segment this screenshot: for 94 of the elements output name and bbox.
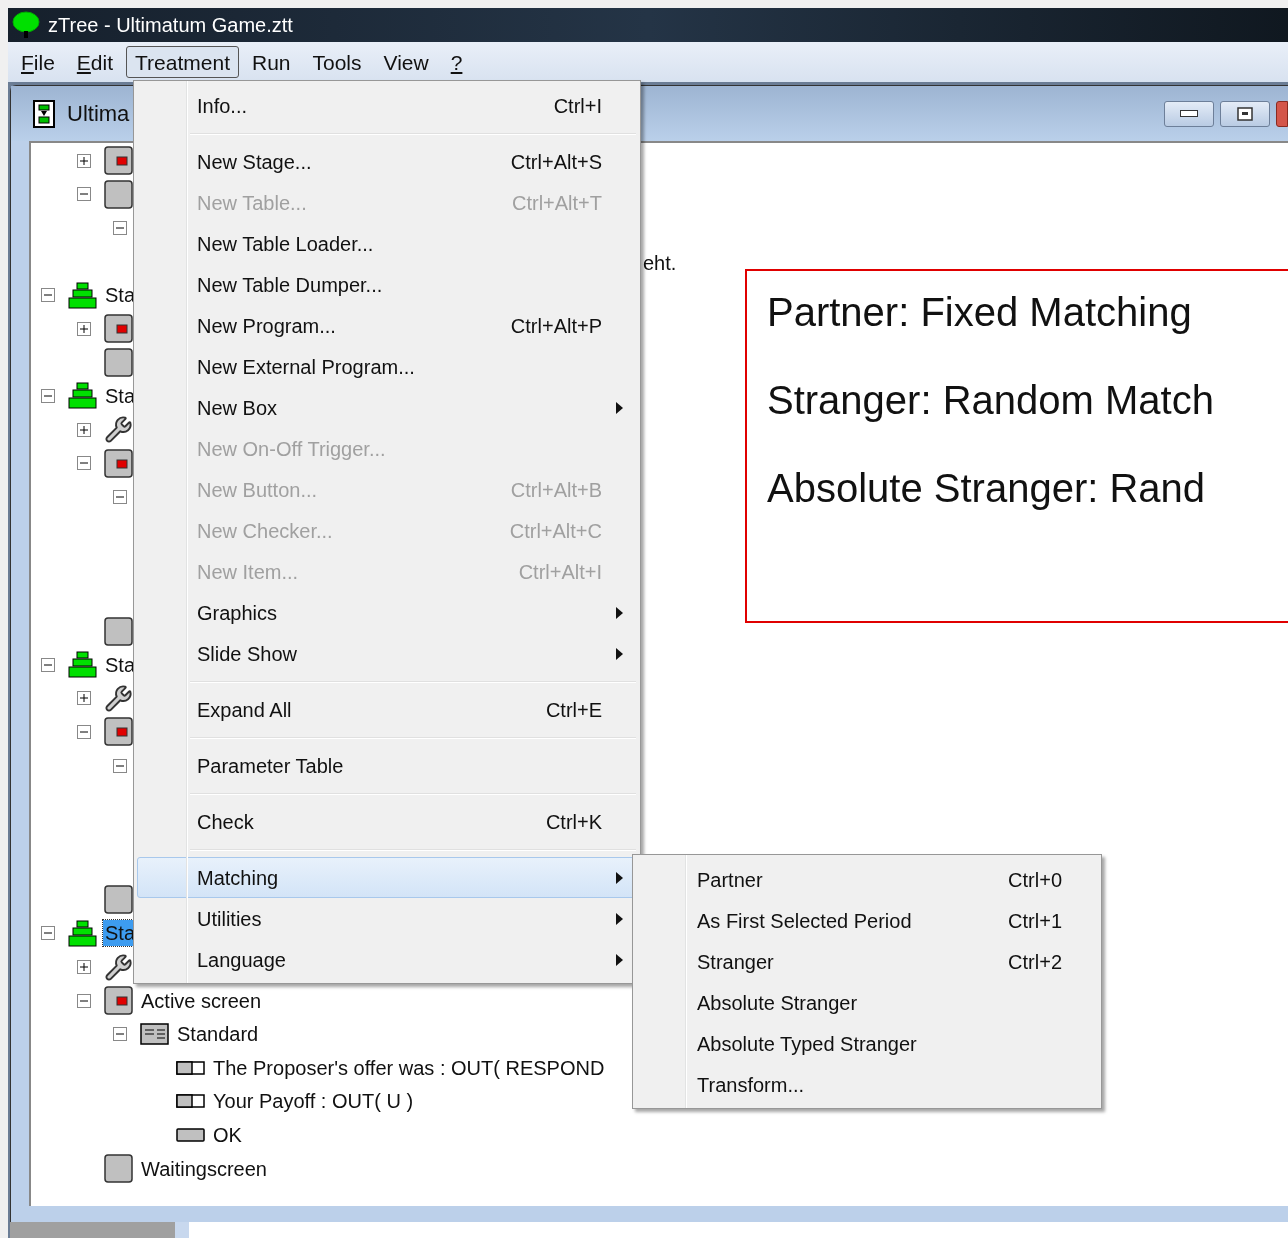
menu-bar-item[interactable]: Edit (67, 46, 123, 78)
tree-node-label[interactable]: Standard (175, 1021, 261, 1048)
annotation-text: Partner: Fixed Matching (767, 289, 1193, 336)
tree-node-label[interactable]: The Proposer's offer was : OUT( RESPOND (211, 1054, 607, 1081)
menu-item[interactable]: New Program... Ctrl+Alt+P (137, 305, 637, 346)
collapse-icon[interactable] (41, 288, 55, 303)
stage-icon (68, 919, 97, 948)
item-icon (176, 1060, 205, 1075)
menu-item[interactable]: New Table Dumper... (137, 264, 637, 305)
shortcut-text: Ctrl+I (553, 93, 602, 119)
menu-bar-item[interactable]: Tools (303, 46, 371, 78)
annotation-text: Absolute Stranger: Rand (767, 465, 1207, 512)
collapse-icon[interactable] (113, 489, 127, 504)
shortcut-text: Ctrl+2 (1008, 949, 1062, 975)
box-icon (104, 616, 133, 646)
expand-icon[interactable] (77, 321, 91, 336)
expand-icon[interactable] (77, 691, 91, 706)
collapse-icon[interactable] (77, 993, 91, 1008)
window-title: zTree - Ultimatum Game.ztt (48, 13, 293, 38)
menu-bar-item[interactable]: View (374, 46, 438, 78)
shortcut-text: Ctrl+1 (1008, 908, 1062, 934)
box-icon (104, 885, 133, 915)
collapse-icon[interactable] (41, 657, 55, 672)
menu-item[interactable]: New Box (137, 387, 637, 428)
box-icon (104, 179, 133, 209)
stage-icon (68, 381, 97, 411)
expand-icon[interactable] (77, 960, 91, 975)
screen-icon (104, 314, 133, 344)
shortcut-text: Ctrl+Alt+B (510, 477, 602, 503)
menu-item[interactable]: Stranger Ctrl+2 (636, 941, 1098, 982)
collapse-icon[interactable] (113, 758, 127, 773)
menu-item[interactable]: Check Ctrl+K (137, 801, 637, 842)
tree-node-label[interactable]: OK (211, 1122, 244, 1149)
screen-icon (104, 986, 133, 1016)
stage-icon (68, 280, 97, 310)
minimize-icon (1180, 110, 1198, 117)
tree-node-label[interactable]: Active screen (139, 987, 264, 1014)
screen-icon (104, 146, 133, 176)
annotation-text: Stranger: Random Match (767, 377, 1215, 424)
shortcut-text: Ctrl+0 (1008, 867, 1062, 893)
menu-item[interactable]: Info... Ctrl+I (137, 85, 637, 126)
menu-bar-item[interactable]: File (12, 46, 64, 78)
menu-item[interactable]: Graphics (137, 592, 637, 633)
menu-item[interactable]: Slide Show (137, 633, 637, 674)
shortcut-text: Ctrl+Alt+I (518, 559, 602, 585)
child-window-title: Ultima (67, 100, 130, 128)
wrench-icon (104, 952, 133, 982)
collapse-icon[interactable] (113, 1027, 127, 1042)
collapse-icon[interactable] (77, 456, 91, 471)
shortcut-text: Ctrl+E (545, 697, 602, 723)
item-icon (176, 1094, 205, 1109)
collapse-icon[interactable] (77, 187, 91, 202)
menu-item[interactable]: As First Selected Period Ctrl+1 (636, 900, 1098, 941)
shortcut-text: Ctrl+Alt+P (510, 313, 602, 339)
menu-item[interactable]: New Table Loader... (137, 223, 637, 264)
restore-button[interactable] (1220, 100, 1270, 127)
menu-item[interactable]: Absolute Stranger (636, 982, 1098, 1023)
screen-icon (104, 717, 133, 747)
collapse-icon[interactable] (41, 388, 55, 403)
menu-item[interactable]: Expand All Ctrl+E (137, 689, 637, 730)
menu-item[interactable]: Partner Ctrl+0 (636, 859, 1098, 900)
wrench-icon (104, 683, 133, 713)
stage-window-icon (33, 99, 55, 128)
menu-bar-item[interactable]: Run (243, 46, 300, 78)
shortcut-text: Ctrl+Alt+T (511, 190, 602, 216)
expand-icon[interactable] (77, 153, 91, 168)
shortcut-text: Ctrl+Alt+C (509, 518, 602, 544)
menu-item[interactable]: New Stage... Ctrl+Alt+S (137, 141, 637, 182)
layout-icon (140, 1023, 169, 1046)
collapse-icon[interactable] (77, 724, 91, 739)
menu-item[interactable]: Absolute Typed Stranger (636, 1023, 1098, 1064)
close-button[interactable] (1276, 100, 1288, 127)
box-icon (104, 347, 133, 377)
menu-item[interactable]: Parameter Table (137, 745, 637, 786)
collapse-icon[interactable] (41, 926, 55, 941)
restore-icon (1237, 106, 1253, 121)
shortcut-text: Ctrl+Alt+S (510, 149, 602, 175)
body-text: eht. (643, 251, 677, 276)
button-icon (176, 1128, 205, 1143)
menu-item[interactable]: Transform... (636, 1064, 1098, 1105)
menu-bar-item[interactable]: ? (441, 46, 472, 78)
minimize-button[interactable] (1164, 100, 1214, 127)
menu-item[interactable]: New External Program... (137, 346, 637, 387)
stage-icon (68, 650, 97, 680)
screen-icon (104, 448, 133, 478)
shortcut-text: Ctrl+K (545, 809, 602, 835)
tree-node-label[interactable]: Your Payoff : OUT( U ) (211, 1088, 416, 1115)
expand-icon[interactable] (77, 422, 91, 437)
wrench-icon (104, 415, 133, 445)
menu-bar-item[interactable]: Treatment (126, 46, 239, 78)
box-icon (104, 1154, 133, 1184)
collapse-icon[interactable] (113, 221, 127, 235)
tree-icon (12, 11, 40, 39)
tree-node-label[interactable]: Waitingscreen (139, 1155, 269, 1182)
